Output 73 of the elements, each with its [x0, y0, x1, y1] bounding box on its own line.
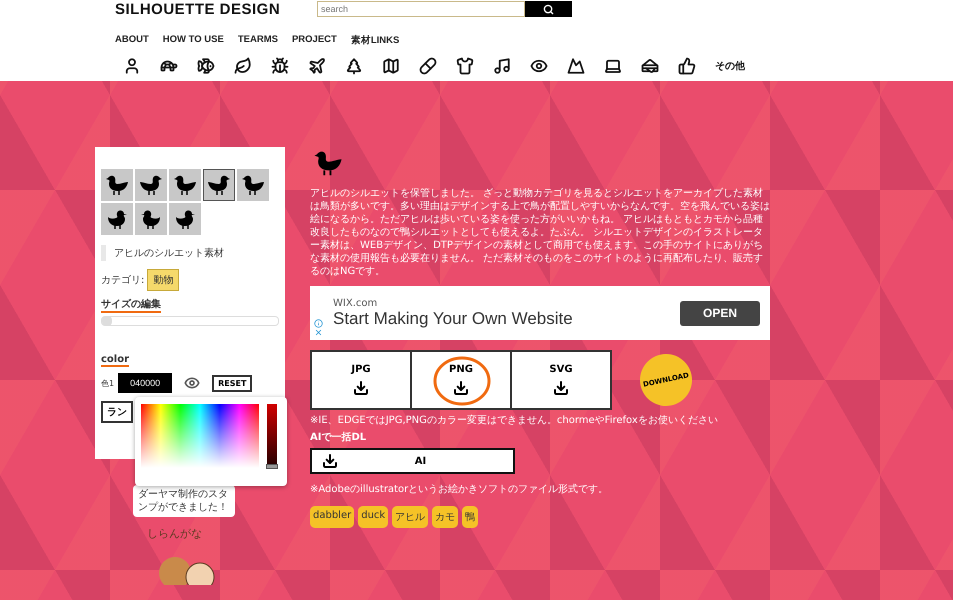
ad-banner[interactable]: WIX.com Start Making Your Own Website OPEN	[310, 286, 770, 340]
size-slider[interactable]	[101, 316, 279, 326]
thumbnail[interactable]	[135, 169, 167, 201]
close-icon[interactable]	[314, 328, 323, 337]
slider-handle[interactable]	[102, 316, 112, 326]
color-heading: color	[101, 354, 130, 367]
tag[interactable]: dabbler	[310, 506, 354, 528]
search-icon	[543, 4, 554, 14]
tag[interactable]: 鴨	[462, 506, 478, 528]
tag[interactable]: アヒル	[392, 506, 428, 528]
mountain-icon[interactable]	[567, 57, 585, 75]
thumbs-up-icon[interactable]	[678, 57, 696, 75]
search-button[interactable]	[525, 1, 572, 17]
eye-icon[interactable]	[530, 57, 548, 75]
download-icon	[553, 380, 569, 396]
plane-icon[interactable]	[308, 57, 326, 75]
squirrel-sticker-drawing: しらんがな	[145, 525, 235, 585]
ai-note: ※Adobeのillustratorというお絵かきソフトのファイル形式です。	[310, 482, 610, 496]
search-field[interactable]: search	[317, 1, 525, 17]
person-icon[interactable]	[123, 57, 141, 75]
info-icon[interactable]	[314, 319, 323, 328]
thumbnail[interactable]	[203, 169, 235, 201]
eye-icon[interactable]	[184, 375, 200, 391]
color-label: 色1	[101, 378, 114, 388]
color-field[interactable]: 040000	[118, 373, 172, 393]
thumbnail[interactable]	[101, 169, 133, 201]
category-label: カテゴリ:	[101, 274, 144, 287]
color-spectrum[interactable]	[141, 404, 259, 468]
thumbnail[interactable]	[135, 203, 167, 235]
browser-note: ※IE、EDGEではJPG,PNGのカラー変更はできません。chormeやFirefoxをお使いください	[310, 414, 719, 427]
fish-icon[interactable]	[197, 57, 215, 75]
music-icon[interactable]	[493, 57, 511, 75]
thumbnail[interactable]	[101, 203, 133, 235]
ai-heading: AIで一括DL	[310, 430, 368, 444]
sandwich-icon[interactable]	[641, 57, 659, 75]
ad-source: WIX.com	[333, 298, 378, 308]
category-tag[interactable]: 動物	[147, 269, 180, 291]
shirt-icon[interactable]	[456, 57, 474, 75]
tag[interactable]: duck	[358, 506, 388, 528]
site-logo[interactable]: SILHOUETTE DESIGN	[115, 0, 287, 18]
leaf-icon[interactable]	[234, 57, 252, 75]
reset-button[interactable]: RESET	[212, 374, 252, 392]
shade-handle[interactable]	[266, 464, 278, 469]
tag[interactable]: カモ	[432, 506, 458, 528]
map-icon[interactable]	[382, 57, 400, 75]
size-heading: サイズの編集	[101, 297, 161, 313]
more-link[interactable]: その他	[715, 59, 745, 73]
download-button[interactable]: SVG	[510, 350, 612, 410]
pill-icon[interactable]	[419, 57, 437, 75]
nav-link[interactable]: HOW TO USE	[162, 34, 224, 47]
thumbnail[interactable]	[169, 169, 201, 201]
random-button[interactable]: ラン	[101, 401, 133, 423]
thumbnail[interactable]	[237, 169, 269, 201]
nav-link[interactable]: 素材LINKS	[350, 34, 400, 47]
bug-icon[interactable]	[271, 57, 289, 75]
thumbnail[interactable]	[169, 203, 201, 235]
shade-slider[interactable]	[267, 404, 277, 468]
ai-download-button[interactable]: AI	[310, 448, 515, 474]
download-button[interactable]: JPG	[310, 350, 412, 410]
open-button[interactable]: OPEN	[680, 300, 760, 326]
download-icon	[353, 380, 369, 396]
laptop-icon[interactable]	[604, 57, 622, 75]
nav-link[interactable]: TEARMS	[238, 34, 278, 47]
download-icon	[322, 453, 338, 469]
tree-icon[interactable]	[345, 57, 363, 75]
speech-bubble: ダーヤマ制作のスタンプができました！	[133, 485, 235, 517]
panel-title: アヒルのシルエット素材	[114, 246, 224, 260]
ad-headline: Start Making Your Own Website	[333, 308, 574, 328]
download-icon	[453, 380, 469, 396]
nav-link[interactable]: ABOUT	[115, 34, 149, 47]
description-text: アヒルのシルエットを保管しました。 ざっと動物カテゴリを見るとシルエットをアーカイブした素材は鳥類が多いです。多い理由はデザインする上で鳥が配置しやすいからなんです。空を飛んでいる姿は絵になるから。ただアヒルは歩いている姿を使った方がいいかもね。 アヒルはもともとカモから品種改良したものなので鴨シルエットとしても使えるよ。たぶん。 シルエットデザインのイラストレーター素材は、WEBデザイン、DTPデザインの素材として商用でも使えます。この手のサイトにありがちな素材の使用報告も必要在りません。 ただ素材そのものをこのサイトのように再配布したり、販売するのはNGです。	[310, 187, 770, 278]
download-button[interactable]: PNG	[410, 350, 512, 410]
nav-link[interactable]: PROJECT	[292, 34, 337, 47]
